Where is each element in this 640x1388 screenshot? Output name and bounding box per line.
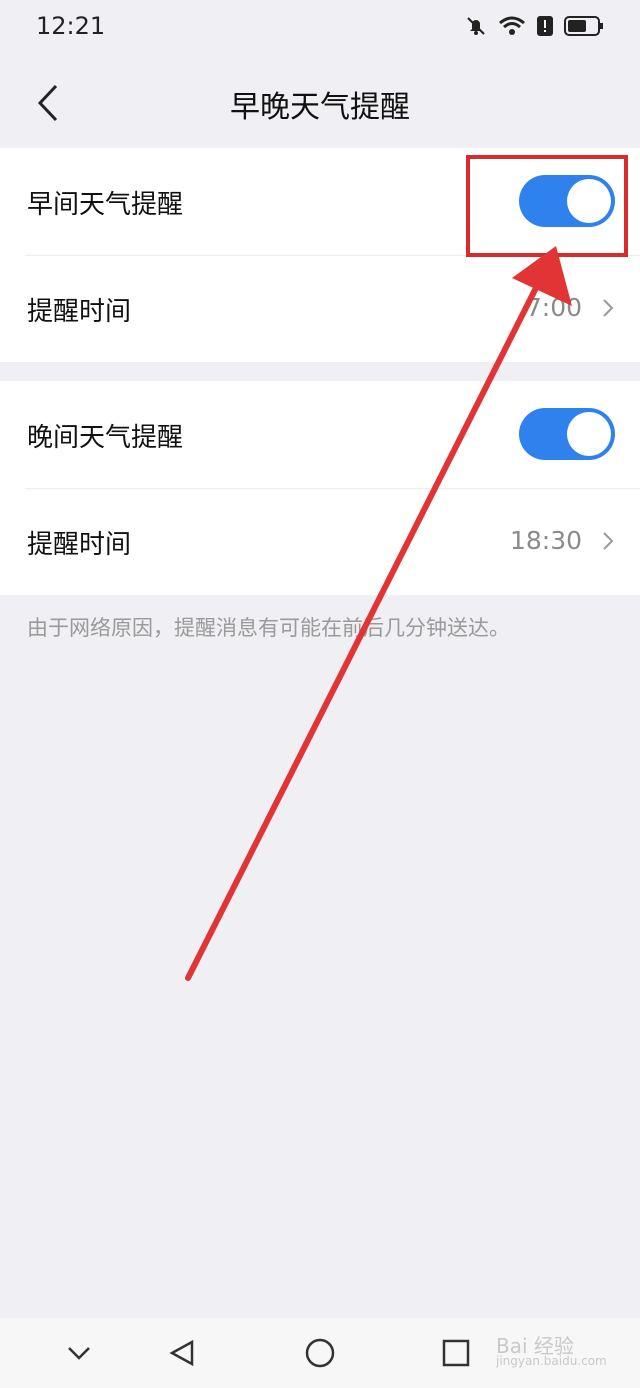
watermark-sub: jingyan.baidu.com (496, 1354, 607, 1368)
delivery-note: 由于网络原因，提醒消息有可能在前后几分钟送达。 (27, 616, 510, 640)
battery-icon (564, 14, 604, 42)
home-circle-icon[interactable] (301, 1334, 339, 1372)
toggle-knob (567, 412, 611, 456)
status-icons (464, 14, 604, 42)
status-time: 12:21 (36, 12, 106, 40)
chevron-right-icon (601, 297, 615, 319)
alert-icon (536, 14, 554, 42)
wifi-icon (498, 14, 526, 42)
evening-label: 晚间天气提醒 (27, 423, 184, 453)
chevron-right-icon (601, 530, 615, 552)
morning-time-row[interactable]: 提醒时间 7:00 (0, 255, 640, 362)
chevron-down-icon[interactable] (60, 1334, 98, 1372)
evening-toggle[interactable] (519, 408, 615, 460)
evening-toggle-row[interactable]: 晚间天气提醒 (0, 381, 640, 488)
evening-time-row[interactable]: 提醒时间 18:30 (0, 488, 640, 595)
evening-time-label: 提醒时间 (27, 530, 132, 560)
nav-bar: 早晚天气提醒 (0, 56, 640, 148)
annotation-highlight-box (466, 155, 628, 257)
back-triangle-icon[interactable] (164, 1334, 202, 1372)
watermark-logo: Bai 经验 jingyan.baidu.com (496, 1330, 607, 1370)
recents-square-icon[interactable] (437, 1334, 475, 1372)
status-bar: 12:21 (0, 0, 640, 56)
page-title: 早晚天气提醒 (230, 90, 410, 125)
evening-card: 晚间天气提醒 提醒时间 18:30 (0, 381, 640, 595)
evening-time-value: 18:30 (509, 526, 582, 555)
morning-label: 早间天气提醒 (27, 190, 184, 220)
bell-off-icon (464, 14, 488, 42)
morning-time-label: 提醒时间 (27, 297, 132, 327)
morning-time-value: 7:00 (525, 293, 582, 322)
